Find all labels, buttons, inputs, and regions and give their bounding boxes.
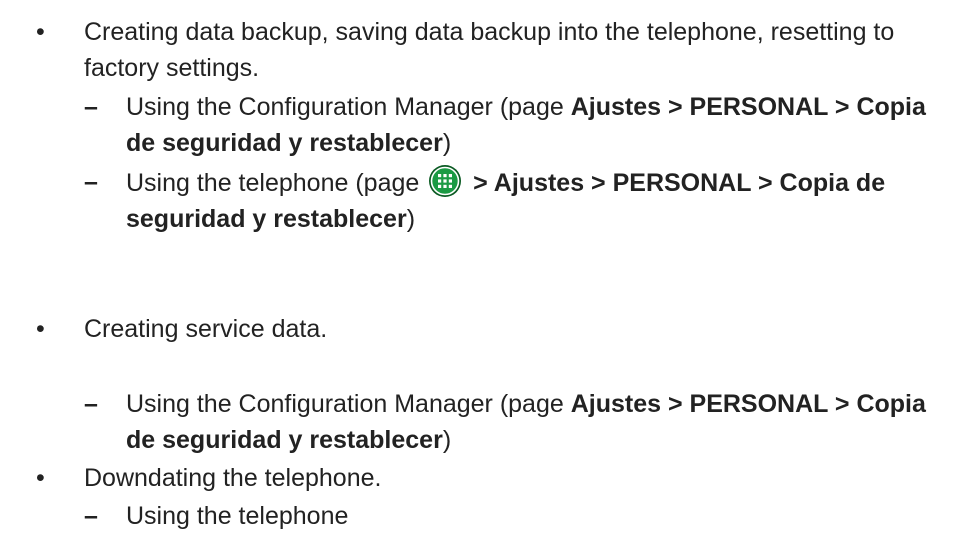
dash-marker: –	[84, 502, 98, 530]
list-item: • Creating service data.	[36, 311, 961, 347]
apps-grid-icon	[429, 165, 462, 197]
bullet-marker: •	[36, 315, 45, 343]
dash-marker: –	[84, 390, 98, 418]
list-item: • Downdating the telephone.	[36, 460, 961, 496]
sub-list-item: – Using the Configuration Manager (page …	[84, 89, 954, 161]
sub-list-item: – Using the Configuration Manager (page …	[84, 386, 954, 458]
list-item-text: Creating data backup, saving data backup…	[84, 18, 895, 82]
sub-item-suffix: )	[442, 426, 452, 454]
list-item: • Creating data backup, saving data back…	[36, 14, 961, 86]
sub-item-prefix: Using the Configuration Manager (page	[126, 390, 571, 418]
sub-item-suffix: )	[442, 129, 452, 157]
dash-marker: –	[84, 168, 98, 196]
sub-item-text: Using the telephone	[126, 502, 349, 530]
sub-item-prefix: Using the Configuration Manager (page	[126, 93, 571, 121]
sub-item-prefix: Using the telephone (page	[126, 169, 427, 197]
sub-item-suffix: )	[406, 205, 416, 233]
sub-list-item: – Using the telephone (page > Ajustes > …	[84, 164, 964, 237]
bullet-marker: •	[36, 18, 45, 46]
bullet-marker: •	[36, 464, 45, 492]
list-item-text: Downdating the telephone.	[84, 464, 382, 492]
sub-list-item: – Using the telephone	[84, 498, 954, 534]
list-item-text: Creating service data.	[84, 315, 328, 343]
dash-marker: –	[84, 93, 98, 121]
